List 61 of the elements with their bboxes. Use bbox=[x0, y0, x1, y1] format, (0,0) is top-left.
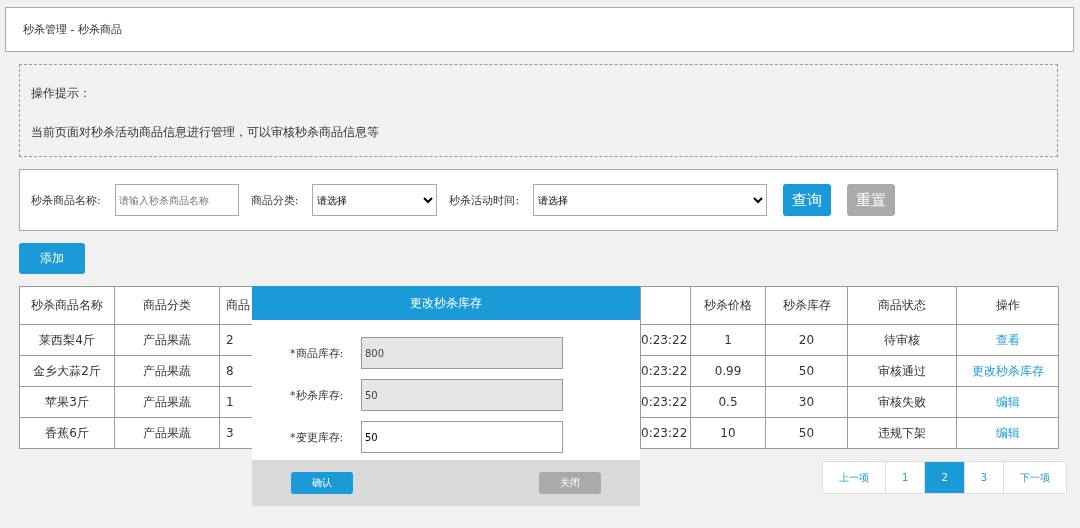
table-cell: 30 bbox=[798, 395, 815, 409]
table-cell: 1 bbox=[724, 333, 732, 347]
table-cell: 待审核 bbox=[884, 332, 920, 347]
column-header: 商品 bbox=[226, 298, 250, 312]
table-cell: 违规下架 bbox=[878, 425, 926, 440]
table-cell: 20 bbox=[798, 333, 815, 347]
page-button[interactable]: 上一项 bbox=[823, 462, 886, 493]
column-header: 秒杀商品名称 bbox=[31, 298, 103, 312]
table-cell: 0.99 bbox=[714, 364, 742, 378]
confirm-button[interactable]: 确认 bbox=[291, 472, 353, 494]
table-cell: 苹果3斤 bbox=[45, 394, 89, 409]
field-label: *变更库存: bbox=[289, 429, 345, 445]
table-cell: 产品果蔬 bbox=[143, 394, 191, 409]
table-cell: 审核通过 bbox=[878, 363, 926, 378]
field-label: *秒杀库存: bbox=[289, 387, 345, 403]
add-button[interactable]: 添加 bbox=[19, 243, 85, 274]
reset-button[interactable]: 重置 bbox=[847, 184, 896, 216]
table-cell: 10 bbox=[720, 426, 736, 440]
column-header: 秒杀价格 bbox=[704, 298, 752, 312]
table-cell: 0:23:22 bbox=[641, 364, 688, 378]
table-cell: 产品果蔬 bbox=[143, 363, 191, 378]
action-link[interactable]: 编辑 bbox=[995, 394, 1020, 409]
filter-label: 商品分类: bbox=[250, 192, 299, 208]
dialog-title: 更改秒杀库存 bbox=[252, 286, 640, 320]
close-button[interactable]: 关闭 bbox=[539, 472, 601, 494]
table-cell: 产品果蔬 bbox=[143, 425, 191, 440]
table-cell: 莱西梨4斤 bbox=[39, 332, 95, 347]
table-cell: 产品果蔬 bbox=[143, 332, 191, 347]
action-link[interactable]: 查看 bbox=[995, 332, 1020, 347]
filter-label: 秒杀活动时间: bbox=[449, 192, 520, 208]
table-cell: 0:23:22 bbox=[641, 426, 688, 440]
select-field[interactable]: 请选择 bbox=[312, 184, 438, 216]
search-field[interactable]: 请输入秒杀商品名称 bbox=[114, 184, 239, 216]
column-header: 秒杀库存 bbox=[782, 298, 831, 312]
column-header: 商品分类 bbox=[143, 298, 191, 312]
table-cell: 50 bbox=[798, 426, 815, 440]
column-header: 操作 bbox=[995, 298, 1020, 312]
tips-text: 当前页面对秒杀活动商品信息进行管理，可以审核秒杀商品信息等 bbox=[31, 124, 380, 141]
table-cell: 0:23:22 bbox=[641, 395, 688, 409]
table-cell: 0.5 bbox=[718, 395, 738, 409]
stock-field[interactable]: 50 bbox=[361, 421, 563, 453]
field-label: *商品库存: bbox=[289, 345, 345, 361]
breadcrumb: 秒杀管理 - 秒杀商品 bbox=[23, 22, 122, 37]
column-header: 商品状态 bbox=[878, 298, 926, 312]
table-cell: 香蕉6斤 bbox=[45, 425, 89, 440]
stock-field[interactable]: 50 bbox=[361, 379, 563, 411]
page-button[interactable]: 2 bbox=[925, 462, 965, 493]
select-field[interactable]: 请选择 bbox=[533, 184, 768, 216]
tips-title: 操作提示： bbox=[31, 85, 92, 102]
table-cell: 2 bbox=[226, 333, 234, 347]
action-link[interactable]: 编辑 bbox=[995, 425, 1020, 440]
stock-field[interactable]: 800 bbox=[361, 337, 563, 369]
table-cell: 1 bbox=[226, 395, 234, 409]
table-cell: 50 bbox=[798, 364, 815, 378]
table-cell: 8 bbox=[226, 364, 234, 378]
table-cell: 0:23:22 bbox=[641, 333, 688, 347]
search-button[interactable]: 查询 bbox=[783, 184, 832, 216]
filter-label: 秒杀商品名称: bbox=[31, 192, 101, 208]
table-cell: 3 bbox=[226, 426, 234, 440]
table-cell: 审核失败 bbox=[878, 394, 926, 409]
table-cell: 金乡大蒜2斤 bbox=[33, 363, 101, 378]
